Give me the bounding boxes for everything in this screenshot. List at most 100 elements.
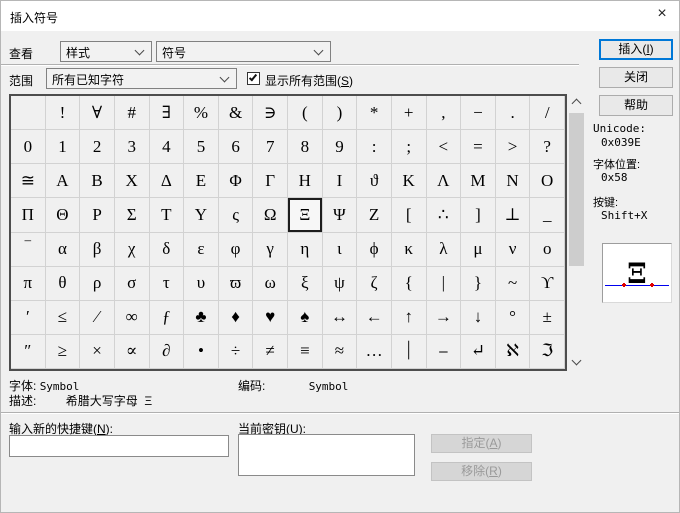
symbol-cell[interactable]: Φ [218,164,254,199]
symbol-cell[interactable]: Θ [45,198,81,233]
symbol-cell[interactable]: * [357,96,392,131]
symbol-cell[interactable]: ♠ [288,300,323,335]
symbol-cell[interactable]: ℵ [495,334,531,369]
symbol-cell[interactable]: ε [184,232,219,267]
symbol-cell[interactable]: 3 [114,130,150,165]
symbol-cell[interactable]: Λ [426,164,462,199]
symbol-cell[interactable]: ″ [11,334,46,369]
symbol-cell[interactable]: ! [45,96,81,131]
symbol-cell[interactable]: | [426,266,462,301]
symbol-cell[interactable]: 8 [288,130,323,165]
symbol-cell[interactable]: → [426,300,462,335]
new-shortcut-input[interactable] [9,435,229,457]
symbol-cell[interactable]: N [495,164,531,199]
symbol-cell[interactable]: ⊥ [495,198,531,233]
symbol-cell[interactable]: • [184,334,219,369]
symbol-cell[interactable]: χ [114,232,150,267]
symbol-cell[interactable] [11,96,46,131]
symbol-cell[interactable]: E [184,164,219,199]
symbol-cell[interactable]: ≡ [288,334,323,369]
symbol-cell[interactable]: θ [45,266,81,301]
symbol-cell[interactable]: _ [530,198,565,233]
symbol-cell[interactable]: ≈ [322,334,358,369]
symbol-cell[interactable]: μ [461,232,496,267]
symbol-cell[interactable]: < [426,130,462,165]
symbol-cell[interactable]: τ [149,266,185,301]
range-combobox[interactable]: 所有已知字符 [46,68,237,89]
symbol-cell[interactable]: λ [426,232,462,267]
symbol-cell-selected[interactable]: Ξ [288,198,323,233]
symbol-cell[interactable]: ϒ [530,266,565,301]
symbol-cell[interactable]: ∃ [149,96,185,131]
symbol-cell[interactable]: ς [218,198,254,233]
insert-button[interactable]: 插入(I) [599,39,673,60]
symbol-cell[interactable]: Π [11,198,46,233]
symbol-cell[interactable]: ∴ [426,198,462,233]
current-key-textarea[interactable] [238,434,415,476]
symbol-cell[interactable]: K [391,164,427,199]
symbol-cell[interactable]: ο [530,232,565,267]
symbol-cell[interactable]: ° [495,300,531,335]
symbol-cell[interactable]: ξ [288,266,323,301]
symbol-cell[interactable]: ⁄ [80,300,115,335]
show-all-ranges-checkbox[interactable] [247,72,260,85]
symbol-cell[interactable]: ∋ [253,96,288,131]
symbol-cell[interactable]: + [391,96,427,131]
symbol-cell[interactable]: , [426,96,462,131]
symbol-cell[interactable]: π [11,266,46,301]
symbol-cell[interactable]: Z [357,198,392,233]
style-combobox[interactable]: 样式 [60,41,152,62]
symbol-cell[interactable]: H [288,164,323,199]
symbol-cell[interactable]: Ψ [322,198,358,233]
symbol-cell[interactable]: ρ [80,266,115,301]
symbol-cell[interactable]: Y [184,198,219,233]
symbol-cell[interactable]: υ [184,266,219,301]
symbol-cell[interactable]: ≥ [45,334,81,369]
symbol-cell[interactable]: Γ [253,164,288,199]
symbol-cell[interactable]: ≅ [11,164,46,199]
symbol-cell[interactable]: B [80,164,115,199]
symbol-cell[interactable]: Σ [114,198,150,233]
grid-scrollbar[interactable] [568,94,585,371]
symbol-cell[interactable]: ≠ [253,334,288,369]
symbol-cell[interactable]: ( [288,96,323,131]
symbol-cell[interactable]: ψ [322,266,358,301]
symbol-cell[interactable]: = [461,130,496,165]
assign-button[interactable]: 指定(A) [431,434,532,453]
close-icon[interactable]: × [645,1,679,29]
symbol-cell[interactable]: Ω [253,198,288,233]
symbol-cell[interactable]: ƒ [149,300,185,335]
symbol-cell[interactable]: ℑ [530,334,565,369]
symbol-cell[interactable]: / [530,96,565,131]
scroll-down-icon[interactable] [568,354,585,371]
symbol-cell[interactable]: } [461,266,496,301]
symbol-cell[interactable]: ♥ [253,300,288,335]
symbol-cell[interactable]: ∀ [80,96,115,131]
symbol-cell[interactable]: . [495,96,531,131]
symbol-cell[interactable]: ϕ [357,232,392,267]
symbol-cell[interactable]: 6 [218,130,254,165]
symbol-cell[interactable]: ♣ [184,300,219,335]
symbol-cell[interactable]: … [357,334,392,369]
symbol-cell[interactable]: T [149,198,185,233]
symbol-cell[interactable]: ϖ [218,266,254,301]
symbol-cell[interactable]: I [322,164,358,199]
symbol-cell[interactable]: ϑ [357,164,392,199]
symbol-cell[interactable]: − [461,96,496,131]
symbol-cell[interactable]: & [218,96,254,131]
symbol-cell[interactable]: ← [357,300,392,335]
symbol-cell[interactable]: κ [391,232,427,267]
symbol-cell[interactable]: 4 [149,130,185,165]
symbol-cell[interactable]: ∂ [149,334,185,369]
symbol-cell[interactable]: η [288,232,323,267]
symbol-cell[interactable]: ↵ [461,334,496,369]
symbol-cell[interactable]: M [461,164,496,199]
symbol-cell[interactable]: ~ [495,266,531,301]
symbol-cell[interactable]: P [80,198,115,233]
symbol-cell[interactable]: 2 [80,130,115,165]
symbol-cell[interactable]: 9 [322,130,358,165]
symbol-cell[interactable]: ↑ [391,300,427,335]
symbol-cell[interactable]: [ [391,198,427,233]
symbol-cell[interactable]: ‾ [11,232,46,267]
symbol-cell[interactable]: ζ [357,266,392,301]
